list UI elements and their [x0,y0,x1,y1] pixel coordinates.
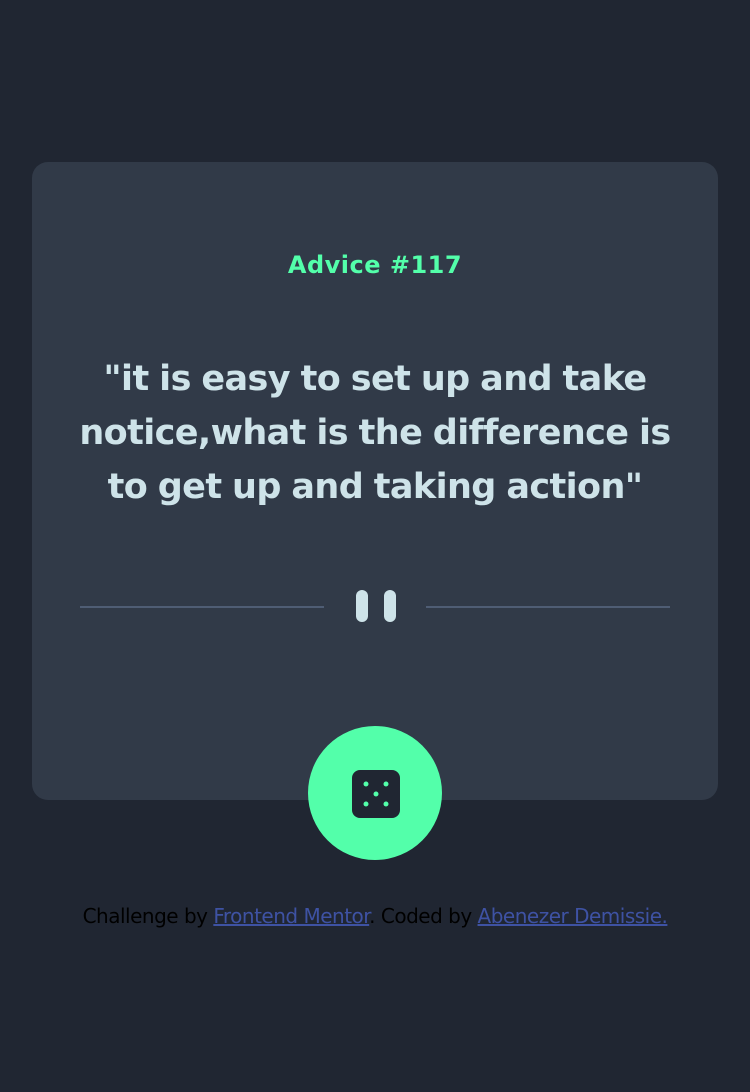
pause-icon [356,590,396,622]
dice-icon [352,770,400,818]
new-advice-button[interactable] [308,726,442,860]
attribution-middle: . Coded by [369,904,472,928]
attribution-prefix: Challenge by [82,904,208,928]
divider-line-left [80,606,324,608]
advice-quote: "it is easy to set up and take notice,wh… [79,359,671,507]
pause-bar-right [384,590,396,622]
author-link[interactable]: Abenezer Demissie. [478,904,668,928]
advice-id: Advice #117 [287,251,463,279]
attribution: Challenge by Frontend Mentor. Coded by A… [0,902,750,930]
pause-bar-left [356,590,368,622]
divider-line-right [426,606,670,608]
frontend-mentor-link[interactable]: Frontend Mentor [213,904,369,928]
